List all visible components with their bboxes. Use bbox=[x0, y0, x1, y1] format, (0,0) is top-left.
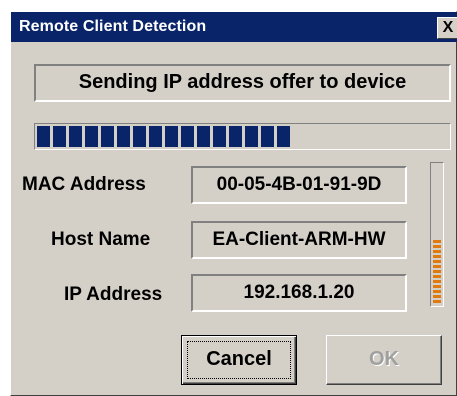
progress-bar-fill bbox=[37, 126, 291, 147]
host-name-label: Host Name bbox=[51, 229, 151, 250]
mac-address-value: 00-05-4B-01-91-9D bbox=[191, 166, 407, 204]
ip-address-value: 192.168.1.20 bbox=[191, 274, 407, 312]
activity-meter-fill bbox=[433, 239, 441, 304]
cancel-button[interactable]: Cancel bbox=[181, 335, 297, 385]
focus-rectangle bbox=[187, 341, 291, 379]
remote-client-detection-dialog: Remote Client Detection X Sending IP add… bbox=[10, 11, 457, 396]
host-name-value: EA-Client-ARM-HW bbox=[191, 221, 407, 259]
ok-button-label: OK bbox=[369, 348, 399, 370]
progress-bar bbox=[34, 123, 451, 150]
ip-address-label: IP Address bbox=[64, 284, 163, 305]
ok-button[interactable]: OK bbox=[326, 335, 442, 385]
activity-meter bbox=[430, 162, 444, 307]
title-bar[interactable]: Remote Client Detection X bbox=[11, 12, 457, 42]
status-message: Sending IP address offer to device bbox=[34, 64, 451, 102]
mac-address-label: MAC Address bbox=[22, 174, 146, 195]
close-icon[interactable]: X bbox=[437, 17, 457, 39]
window-title: Remote Client Detection bbox=[19, 18, 207, 35]
